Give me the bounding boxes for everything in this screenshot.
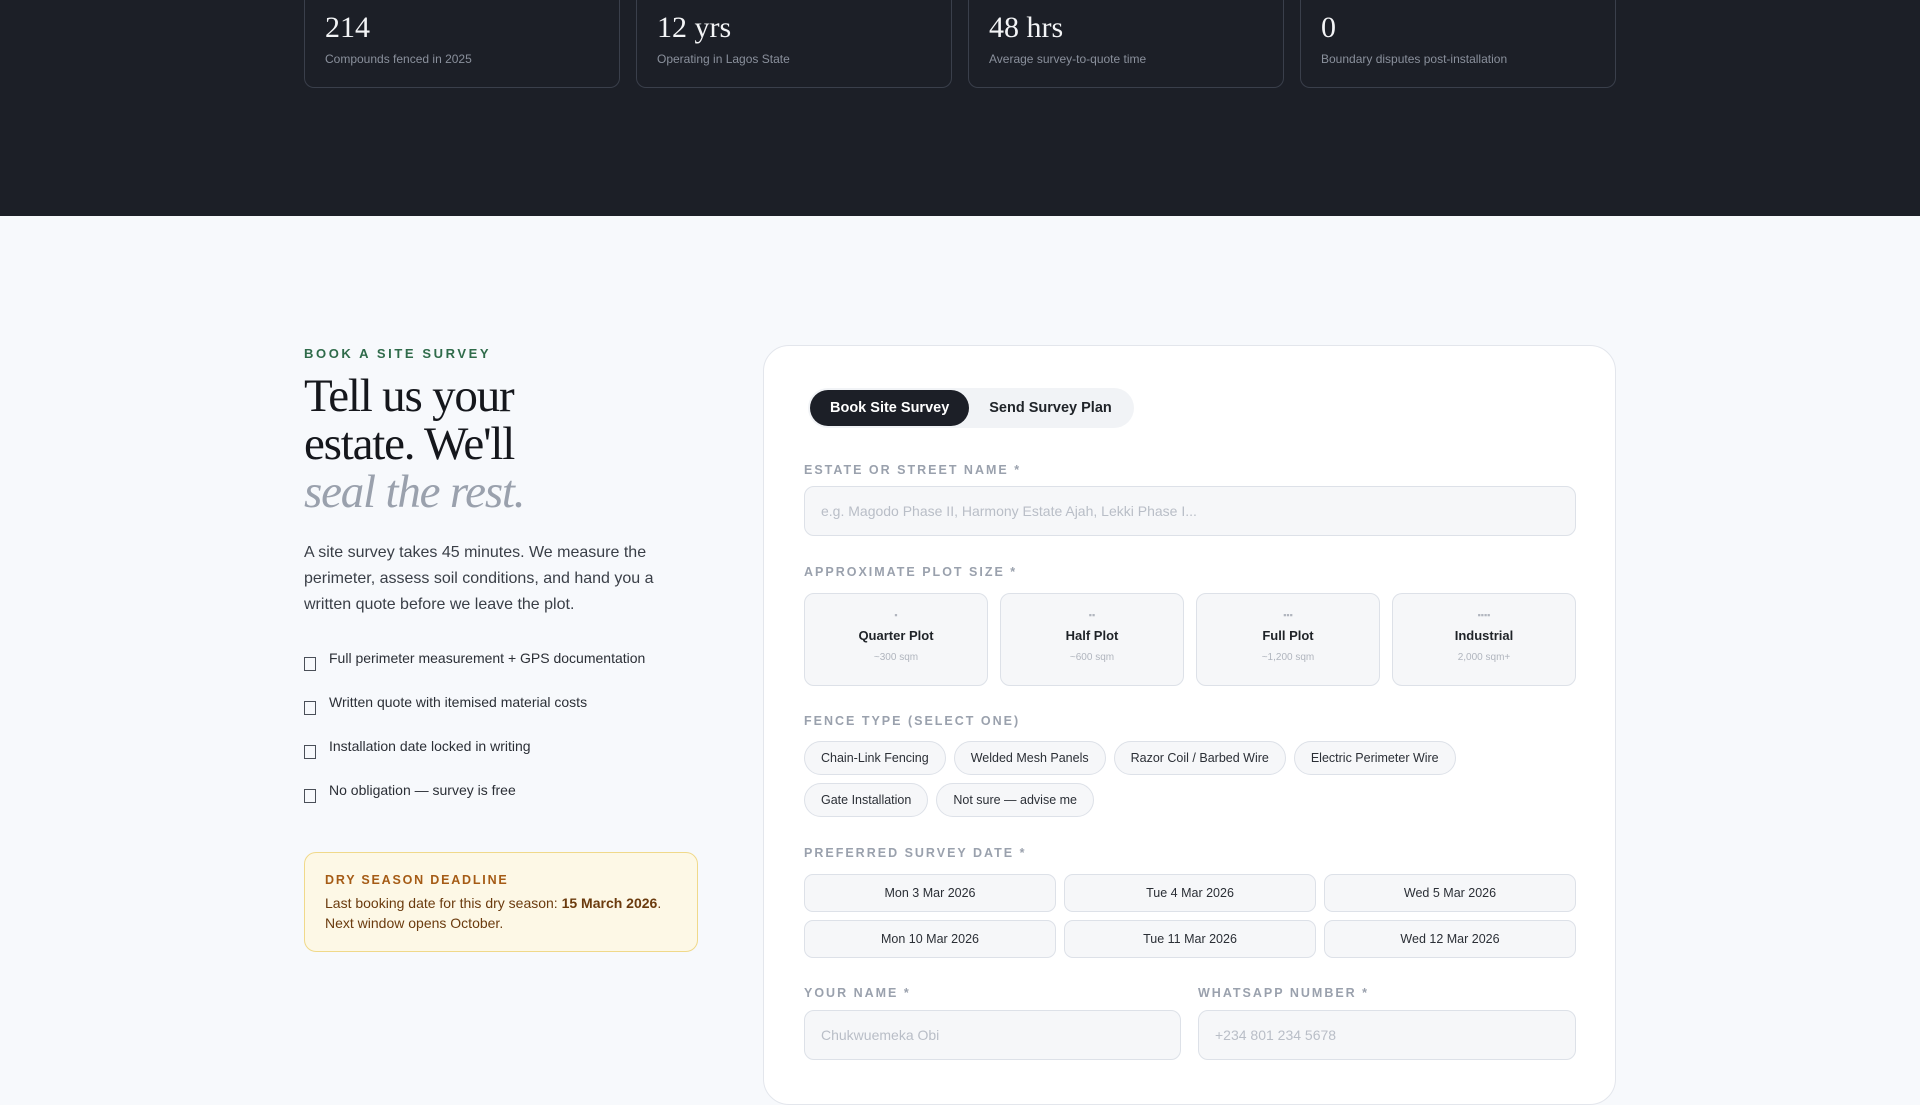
stat-value: 12 yrs bbox=[657, 11, 732, 44]
headline-line: estate. We'll bbox=[304, 418, 515, 470]
date-option[interactable]: Wed 5 Mar 2026 bbox=[1324, 874, 1576, 912]
stats-band: 214 Compounds fenced in 2025 12 yrs Oper… bbox=[0, 0, 1920, 216]
estate-input[interactable] bbox=[804, 486, 1576, 536]
plot-option-full[interactable]: ▪▪▪ Full Plot ~1,200 sqm bbox=[1196, 593, 1380, 686]
fence-chip-welded-mesh[interactable]: Welded Mesh Panels bbox=[953, 741, 1106, 775]
headline-line: Tell us your bbox=[304, 370, 515, 422]
stat-value: 48 hrs bbox=[989, 11, 1064, 44]
headline-accent: seal the rest. bbox=[304, 466, 526, 518]
checkbox-icon bbox=[304, 789, 316, 803]
list-item: Written quote with itemised material cos… bbox=[304, 694, 704, 738]
plot-name: Full Plot bbox=[1262, 628, 1314, 643]
plot-size-options: ▪ Quarter Plot ~300 sqm ▪▪ Half Plot ~60… bbox=[804, 593, 1576, 686]
plot-option-half[interactable]: ▪▪ Half Plot ~600 sqm bbox=[1000, 593, 1184, 686]
whatsapp-input[interactable] bbox=[1198, 1010, 1576, 1060]
plot-size-label: APPROXIMATE PLOT SIZE * bbox=[804, 565, 1018, 579]
stat-card: 12 yrs Operating in Lagos State bbox=[636, 0, 952, 88]
list-item: No obligation — survey is free bbox=[304, 782, 704, 826]
plot-size-icon: ▪ bbox=[894, 610, 898, 620]
tab-book-site-survey[interactable]: Book Site Survey bbox=[810, 390, 970, 426]
fence-chip-not-sure[interactable]: Not sure — advise me bbox=[936, 783, 1095, 817]
name-input[interactable] bbox=[804, 1010, 1181, 1060]
date-option[interactable]: Mon 10 Mar 2026 bbox=[804, 920, 1056, 958]
stat-card: 214 Compounds fenced in 2025 bbox=[304, 0, 620, 88]
stat-label: Operating in Lagos State bbox=[657, 52, 790, 66]
fence-chip-electric-wire[interactable]: Electric Perimeter Wire bbox=[1293, 741, 1456, 775]
list-item: Installation date locked in writing bbox=[304, 738, 704, 782]
plot-name: Industrial bbox=[1454, 628, 1514, 643]
plot-option-industrial[interactable]: ▪▪▪▪ Industrial 2,000 sqm+ bbox=[1392, 593, 1576, 686]
benefits-list: Full perimeter measurement + GPS documen… bbox=[304, 650, 704, 826]
benefit-text: Written quote with itemised material cos… bbox=[329, 694, 588, 710]
date-option[interactable]: Wed 12 Mar 2026 bbox=[1324, 920, 1576, 958]
fence-type-options: Chain-Link Fencing Welded Mesh Panels Ra… bbox=[804, 741, 1584, 817]
plot-size-icon: ▪▪▪ bbox=[1283, 610, 1293, 620]
plot-area: ~300 sqm bbox=[873, 652, 919, 663]
whatsapp-label: WHATSAPP NUMBER * bbox=[1198, 986, 1370, 1000]
plot-option-quarter[interactable]: ▪ Quarter Plot ~300 sqm bbox=[804, 593, 988, 686]
stat-label: Compounds fenced in 2025 bbox=[325, 52, 472, 66]
booking-form-card: Book Site Survey Send Survey Plan ESTATE… bbox=[763, 345, 1616, 1105]
date-option[interactable]: Tue 4 Mar 2026 bbox=[1064, 874, 1316, 912]
plot-size-icon: ▪▪▪▪ bbox=[1477, 610, 1491, 620]
list-item: Full perimeter measurement + GPS documen… bbox=[304, 650, 704, 694]
page-headline: Tell us your estate. We'll seal the rest… bbox=[304, 372, 724, 516]
section-eyebrow: BOOK A SITE SURVEY bbox=[304, 346, 492, 361]
plot-area: 2,000 sqm+ bbox=[1457, 652, 1511, 663]
checkbox-icon bbox=[304, 745, 316, 759]
estate-label: ESTATE OR STREET NAME * bbox=[804, 463, 1022, 477]
deadline-date: 15 March 2026 bbox=[561, 895, 658, 911]
checkbox-icon bbox=[304, 701, 316, 715]
plot-size-icon: ▪▪ bbox=[1088, 610, 1096, 620]
form-tabs: Book Site Survey Send Survey Plan bbox=[808, 388, 1134, 428]
stat-value: 0 bbox=[1321, 11, 1336, 44]
benefit-text: No obligation — survey is free bbox=[329, 782, 516, 798]
stat-label: Average survey-to-quote time bbox=[989, 52, 1147, 66]
benefit-text: Installation date locked in writing bbox=[329, 738, 531, 754]
deadline-text-start: Last booking date for this dry season: bbox=[325, 895, 562, 911]
deadline-title: DRY SEASON DEADLINE bbox=[325, 873, 509, 887]
survey-date-options: Mon 3 Mar 2026 Tue 4 Mar 2026 Wed 5 Mar … bbox=[804, 874, 1576, 958]
fence-chip-gate[interactable]: Gate Installation bbox=[804, 783, 929, 817]
fence-chip-chain-link[interactable]: Chain-Link Fencing bbox=[804, 741, 946, 775]
date-option[interactable]: Mon 3 Mar 2026 bbox=[804, 874, 1056, 912]
plot-area: ~600 sqm bbox=[1069, 652, 1115, 663]
fence-chip-razor-coil[interactable]: Razor Coil / Barbed Wire bbox=[1113, 741, 1286, 775]
stat-value: 214 bbox=[325, 11, 370, 44]
deadline-text: Last booking date for this dry season: 1… bbox=[325, 893, 677, 933]
stat-card: 0 Boundary disputes post-installation bbox=[1300, 0, 1616, 88]
plot-name: Half Plot bbox=[1065, 628, 1119, 643]
deadline-notice: DRY SEASON DEADLINE Last booking date fo… bbox=[304, 852, 698, 952]
checkbox-icon bbox=[304, 657, 316, 671]
benefit-text: Full perimeter measurement + GPS documen… bbox=[329, 650, 646, 666]
intro-text: A site survey takes 45 minutes. We measu… bbox=[304, 544, 654, 613]
plot-name: Quarter Plot bbox=[858, 628, 934, 643]
plot-area: ~1,200 sqm bbox=[1261, 652, 1315, 663]
stats-row: 214 Compounds fenced in 2025 12 yrs Oper… bbox=[304, 0, 1616, 88]
stat-label: Boundary disputes post-installation bbox=[1321, 52, 1508, 66]
fence-type-label: FENCE TYPE (SELECT ONE) bbox=[804, 714, 1021, 728]
date-option[interactable]: Tue 11 Mar 2026 bbox=[1064, 920, 1316, 958]
stat-card: 48 hrs Average survey-to-quote time bbox=[968, 0, 1284, 88]
tab-send-survey-plan[interactable]: Send Survey Plan bbox=[969, 390, 1132, 426]
name-label: YOUR NAME * bbox=[804, 986, 911, 1000]
survey-date-label: PREFERRED SURVEY DATE * bbox=[804, 846, 1027, 860]
